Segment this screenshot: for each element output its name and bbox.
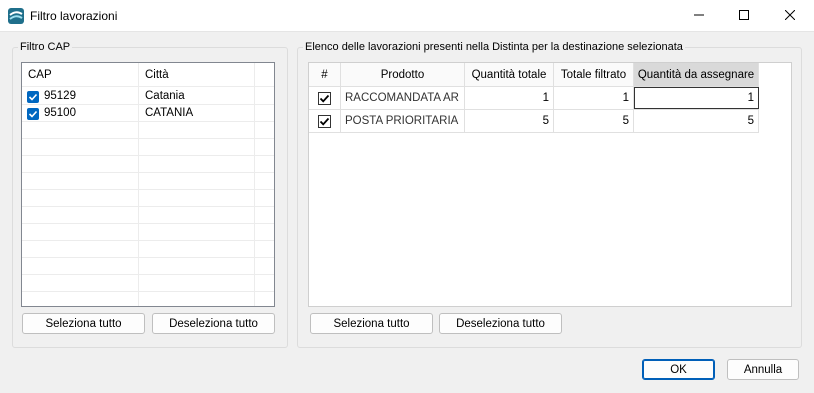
lavorazioni-deselect-all-button[interactable]: Deseleziona tutto xyxy=(439,313,562,334)
cap-value: 95100 xyxy=(44,107,76,119)
quantita-assegnare-input[interactable]: 1 xyxy=(634,87,759,109)
maximize-button[interactable] xyxy=(721,0,767,31)
column-header-cap[interactable]: CAP xyxy=(28,69,52,81)
column-header-totale-filtrato[interactable]: Totale filtrato xyxy=(554,63,634,87)
column-header-prodotto[interactable]: Prodotto xyxy=(341,63,465,87)
row-checkbox[interactable] xyxy=(318,91,331,105)
lavorazioni-select-all-button[interactable]: Seleziona tutto xyxy=(310,313,433,334)
column-header-quantita-totale[interactable]: Quantità totale xyxy=(465,63,554,87)
empty-row xyxy=(22,225,274,241)
row-checkbox[interactable] xyxy=(318,114,331,128)
empty-row xyxy=(22,157,274,173)
empty-row xyxy=(22,140,274,156)
city-value: Catania xyxy=(145,90,185,102)
column-header-index[interactable]: # xyxy=(309,63,341,87)
empty-row xyxy=(22,174,274,190)
minimize-button[interactable] xyxy=(676,0,722,31)
table-row[interactable]: POSTA PRIORITARIA 5 5 5 xyxy=(309,110,759,133)
minimize-icon xyxy=(694,9,704,23)
empty-row xyxy=(22,123,274,139)
cap-row-checkbox[interactable] xyxy=(27,108,39,120)
quantita-totale-cell: 1 xyxy=(465,87,554,109)
prodotto-cell: POSTA PRIORITARIA xyxy=(341,110,465,132)
empty-row xyxy=(22,276,274,292)
title-bar: Filtro lavorazioni xyxy=(0,0,814,32)
cancel-button[interactable]: Annulla xyxy=(727,359,799,380)
totale-filtrato-cell: 1 xyxy=(554,87,634,109)
window-title: Filtro lavorazioni xyxy=(30,9,118,23)
empty-row xyxy=(22,293,274,306)
cap-deselect-all-button[interactable]: Deseleziona tutto xyxy=(152,313,275,334)
column-header-citta[interactable]: Città xyxy=(145,69,169,81)
row-check-cell xyxy=(309,87,341,109)
quantita-assegnare-cell[interactable]: 5 xyxy=(634,110,759,132)
cap-row[interactable]: 95100 CATANIA xyxy=(22,106,274,122)
cap-grid-header: CAP Città xyxy=(22,63,274,87)
check-icon xyxy=(28,93,38,101)
cap-row-checkbox[interactable] xyxy=(27,91,39,103)
quantita-totale-cell: 5 xyxy=(465,110,554,132)
empty-row xyxy=(22,208,274,224)
cap-grid[interactable]: CAP Città 95129 Catania 95100 CATANIA xyxy=(21,62,275,307)
prodotto-cell: RACCOMANDATA AR xyxy=(341,87,465,109)
maximize-icon xyxy=(739,9,749,23)
cap-value: 95129 xyxy=(44,90,76,102)
check-icon xyxy=(319,94,330,103)
empty-row xyxy=(22,242,274,258)
check-icon xyxy=(28,110,38,118)
table-row[interactable]: RACCOMANDATA AR 1 1 1 xyxy=(309,87,759,110)
empty-row xyxy=(22,191,274,207)
row-check-cell xyxy=(309,110,341,132)
lavorazioni-grid-header: # Prodotto Quantità totale Totale filtra… xyxy=(309,63,759,87)
cap-filter-label: Filtro CAP xyxy=(18,41,73,53)
close-button[interactable] xyxy=(767,0,813,31)
city-value: CATANIA xyxy=(145,107,194,119)
empty-row xyxy=(22,259,274,275)
app-logo-icon xyxy=(8,8,24,24)
cap-row[interactable]: 95129 Catania xyxy=(22,89,274,105)
lavorazioni-grid[interactable]: # Prodotto Quantità totale Totale filtra… xyxy=(308,62,792,307)
close-icon xyxy=(784,9,796,23)
cap-select-all-button[interactable]: Seleziona tutto xyxy=(22,313,145,334)
totale-filtrato-cell: 5 xyxy=(554,110,634,132)
ok-button[interactable]: OK xyxy=(642,359,715,380)
column-header-quantita-assegnare[interactable]: Quantità da assegnare xyxy=(634,63,759,87)
lavorazioni-label: Elenco delle lavorazioni presenti nella … xyxy=(303,41,685,53)
check-icon xyxy=(319,117,330,126)
